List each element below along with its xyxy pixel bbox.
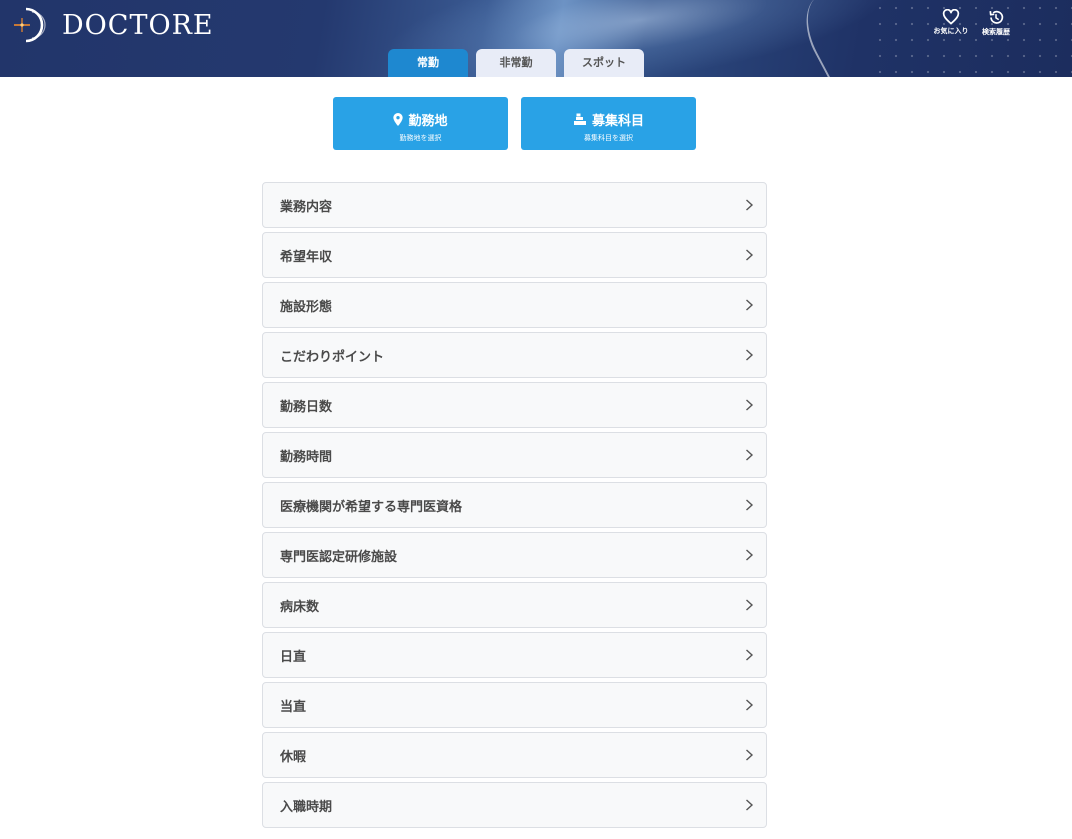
- department-sublabel: 募集科目を選択: [584, 134, 633, 142]
- filter-specialist-qualification[interactable]: 医療機関が希望する専門医資格: [262, 482, 767, 528]
- chevron-right-icon: [746, 649, 754, 661]
- history-icon: [989, 10, 1004, 24]
- filter-label: 施設形態: [280, 299, 333, 315]
- filter-job-content[interactable]: 業務内容: [262, 182, 767, 228]
- filter-label: 業務内容: [280, 199, 333, 215]
- filter-label: 入職時期: [280, 799, 333, 815]
- logo-text: DOCTORE: [62, 9, 214, 41]
- filter-start-date[interactable]: 入職時期: [262, 782, 767, 828]
- tab-part-time[interactable]: 非常勤: [476, 49, 556, 77]
- chevron-right-icon: [746, 249, 754, 261]
- chevron-right-icon: [746, 299, 754, 311]
- chevron-right-icon: [746, 499, 754, 511]
- department-icon: [573, 113, 586, 125]
- filter-label: 専門医認定研修施設: [280, 549, 398, 565]
- department-label: 募集科目: [591, 114, 644, 129]
- employment-type-tabs: 常勤 非常勤 スポット: [388, 49, 644, 77]
- chevron-right-icon: [746, 399, 754, 411]
- filter-preference-points[interactable]: こだわりポイント: [262, 332, 767, 378]
- chevron-right-icon: [746, 199, 754, 211]
- chevron-right-icon: [746, 449, 754, 461]
- filter-label: 病床数: [280, 599, 320, 615]
- filter-training-facility[interactable]: 専門医認定研修施設: [262, 532, 767, 578]
- filter-holidays[interactable]: 休暇: [262, 732, 767, 778]
- work-location-main: 勤務地: [333, 110, 508, 129]
- filter-night-duty[interactable]: 当直: [262, 682, 767, 728]
- filter-label: 休暇: [280, 749, 307, 765]
- filter-desired-salary[interactable]: 希望年収: [262, 232, 767, 278]
- map-pin-icon: [393, 113, 404, 126]
- chevron-right-icon: [746, 599, 754, 611]
- chevron-right-icon: [746, 799, 754, 811]
- work-location-sublabel: 勤務地を選択: [399, 134, 442, 142]
- filter-label: 当直: [280, 699, 307, 715]
- chevron-right-icon: [746, 699, 754, 711]
- filter-label: 勤務日数: [280, 399, 333, 415]
- site-logo[interactable]: DOCTORE: [12, 6, 214, 44]
- filter-label: こだわりポイント: [280, 349, 385, 365]
- chevron-right-icon: [746, 749, 754, 761]
- department-main: 募集科目: [521, 110, 696, 129]
- favorites-label: お気に入り: [933, 27, 969, 35]
- site-header: DOCTORE お気に入り 検索履歴 常勤 非常勤 スポット: [0, 0, 1072, 77]
- work-location-button[interactable]: 勤務地 勤務地を選択: [333, 97, 508, 150]
- work-location-label: 勤務地: [408, 114, 448, 129]
- filter-day-duty[interactable]: 日直: [262, 632, 767, 678]
- heart-icon: [942, 9, 960, 25]
- filter-list: 業務内容 希望年収 施設形態 こだわりポイント 勤務日数 勤務時間 医療機関が希…: [262, 182, 767, 832]
- chevron-right-icon: [746, 349, 754, 361]
- filter-label: 日直: [280, 649, 307, 665]
- search-history-button[interactable]: 検索履歴: [972, 9, 1020, 37]
- tab-full-time[interactable]: 常勤: [388, 49, 468, 77]
- filter-work-days[interactable]: 勤務日数: [262, 382, 767, 428]
- chevron-right-icon: [746, 549, 754, 561]
- history-label: 検索履歴: [982, 28, 1010, 36]
- logo-mark-icon: [14, 7, 46, 43]
- filter-label: 希望年収: [280, 249, 333, 265]
- tab-spot[interactable]: スポット: [564, 49, 644, 77]
- department-button[interactable]: 募集科目 募集科目を選択: [521, 97, 696, 150]
- favorites-button[interactable]: お気に入り: [927, 9, 975, 36]
- filter-bed-count[interactable]: 病床数: [262, 582, 767, 628]
- filter-label: 医療機関が希望する専門医資格: [280, 499, 463, 515]
- filter-work-hours[interactable]: 勤務時間: [262, 432, 767, 478]
- filter-label: 勤務時間: [280, 449, 333, 465]
- filter-facility-type[interactable]: 施設形態: [262, 282, 767, 328]
